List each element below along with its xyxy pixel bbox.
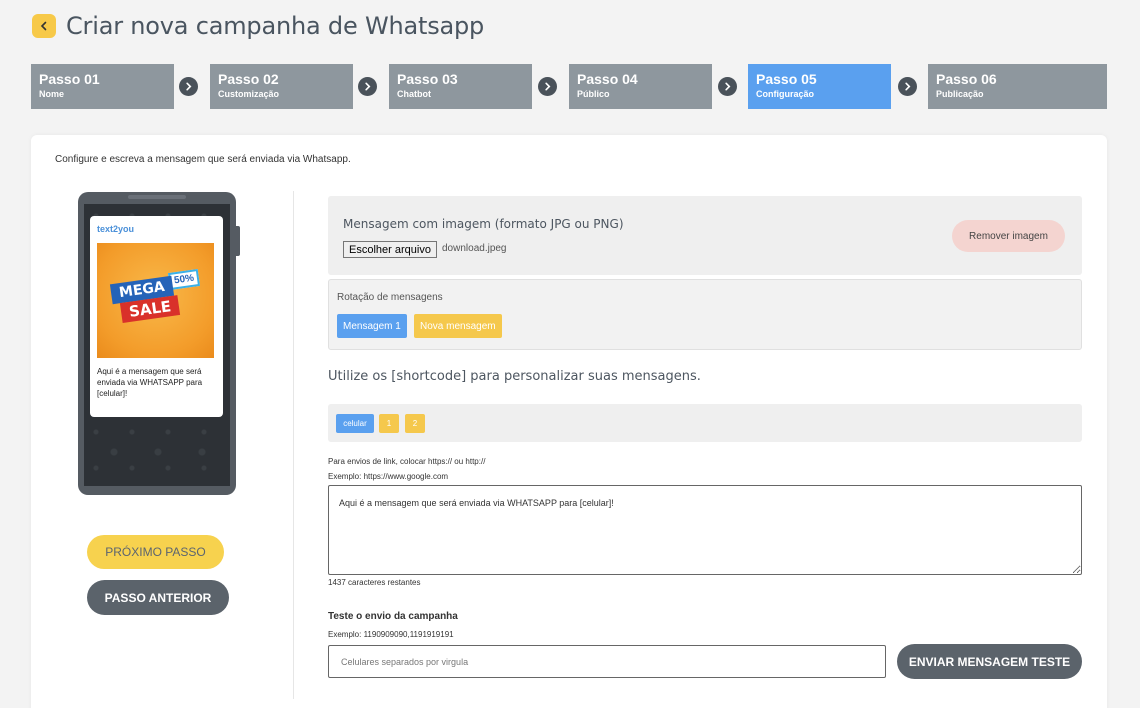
- step-subtitle: Customização: [218, 89, 280, 99]
- send-test-button[interactable]: ENVIAR MENSAGEM TESTE: [897, 644, 1082, 679]
- preview-image: 50% MEGA SALE: [97, 243, 214, 358]
- link-example-text: Exemplo: https://www.google.com: [328, 472, 449, 481]
- shortcode-panel: celular 1 2: [328, 404, 1082, 442]
- previous-step-button[interactable]: PASSO ANTERIOR: [87, 580, 229, 615]
- preview-brand: text2you: [97, 224, 135, 234]
- step-subtitle: Configuração: [756, 89, 815, 99]
- characters-remaining: 1437 caracteres restantes: [328, 578, 421, 587]
- link-help-text: Para envios de link, colocar https:// ou…: [328, 457, 486, 466]
- message-rotation-panel: Rotação de mensagens Mensagem 1 Nova men…: [328, 279, 1082, 350]
- test-title: Teste o envio da campanha: [328, 611, 458, 622]
- shortcode-title: Utilize os [shortcode] para personalizar…: [328, 369, 701, 384]
- phone-screen: text2you 50% MEGA SALE Aqui é a mensagem…: [84, 204, 230, 486]
- step-subtitle: Publicação: [936, 89, 984, 99]
- phone-speaker: [128, 195, 186, 199]
- chevron-right-icon: [179, 77, 198, 96]
- test-example: Exemplo: 1190909090,1191919191: [328, 630, 454, 639]
- chevron-right-icon: [718, 77, 737, 96]
- file-name: download.jpeg: [442, 243, 507, 254]
- intro-text: Configure e escreva a mensagem que será …: [55, 154, 351, 165]
- shortcode-celular[interactable]: celular: [336, 414, 374, 433]
- config-card: Configure e escreva a mensagem que será …: [31, 135, 1107, 708]
- step-3[interactable]: Passo 03 Chatbot: [389, 64, 532, 109]
- choose-file-button[interactable]: Escolher arquivo: [343, 241, 437, 258]
- new-message-button[interactable]: Nova mensagem: [414, 314, 502, 338]
- step-4[interactable]: Passo 04 Público: [569, 64, 712, 109]
- phone-side-button: [236, 226, 240, 256]
- step-subtitle: Chatbot: [397, 89, 431, 99]
- chevron-right-icon: [898, 77, 917, 96]
- step-title: Passo 05: [756, 71, 817, 87]
- phone-preview: text2you 50% MEGA SALE Aqui é a mensagem…: [78, 192, 240, 495]
- stepper: Passo 01 Nome Passo 02 Customização Pass…: [31, 64, 1107, 109]
- message-textarea[interactable]: Aqui é a mensagem que será enviada via W…: [328, 485, 1082, 575]
- divider: [293, 191, 294, 699]
- remove-image-button[interactable]: Remover imagem: [952, 220, 1065, 252]
- page-header: Criar nova campanha de Whatsapp: [32, 12, 484, 40]
- step-6[interactable]: Passo 06 Publicação: [928, 64, 1107, 109]
- chevron-right-icon: [358, 77, 377, 96]
- step-subtitle: Público: [577, 89, 610, 99]
- back-button[interactable]: [32, 14, 56, 38]
- step-title: Passo 06: [936, 71, 997, 87]
- test-phones-input[interactable]: [328, 645, 886, 678]
- page-title: Criar nova campanha de Whatsapp: [66, 12, 485, 40]
- step-5[interactable]: Passo 05 Configuração: [748, 64, 891, 109]
- image-upload-panel: Mensagem com imagem (formato JPG ou PNG)…: [328, 196, 1082, 275]
- step-title: Passo 02: [218, 71, 279, 87]
- chevron-right-icon: [538, 77, 557, 96]
- step-title: Passo 03: [397, 71, 458, 87]
- shortcode-1[interactable]: 1: [379, 414, 399, 433]
- rotation-label: Rotação de mensagens: [337, 292, 443, 303]
- tab-message-1[interactable]: Mensagem 1: [337, 314, 407, 338]
- next-step-button[interactable]: PRÓXIMO PASSO: [87, 535, 224, 569]
- message-preview-card: text2you 50% MEGA SALE Aqui é a mensagem…: [90, 216, 223, 417]
- upload-label: Mensagem com imagem (formato JPG ou PNG): [343, 217, 624, 231]
- step-title: Passo 04: [577, 71, 638, 87]
- preview-message: Aqui é a mensagem que será enviada via W…: [97, 367, 203, 398]
- step-title: Passo 01: [39, 71, 100, 87]
- chevron-left-icon: [40, 21, 47, 31]
- step-1[interactable]: Passo 01 Nome: [31, 64, 174, 109]
- step-2[interactable]: Passo 02 Customização: [210, 64, 353, 109]
- shortcode-2[interactable]: 2: [405, 414, 425, 433]
- step-subtitle: Nome: [39, 89, 65, 99]
